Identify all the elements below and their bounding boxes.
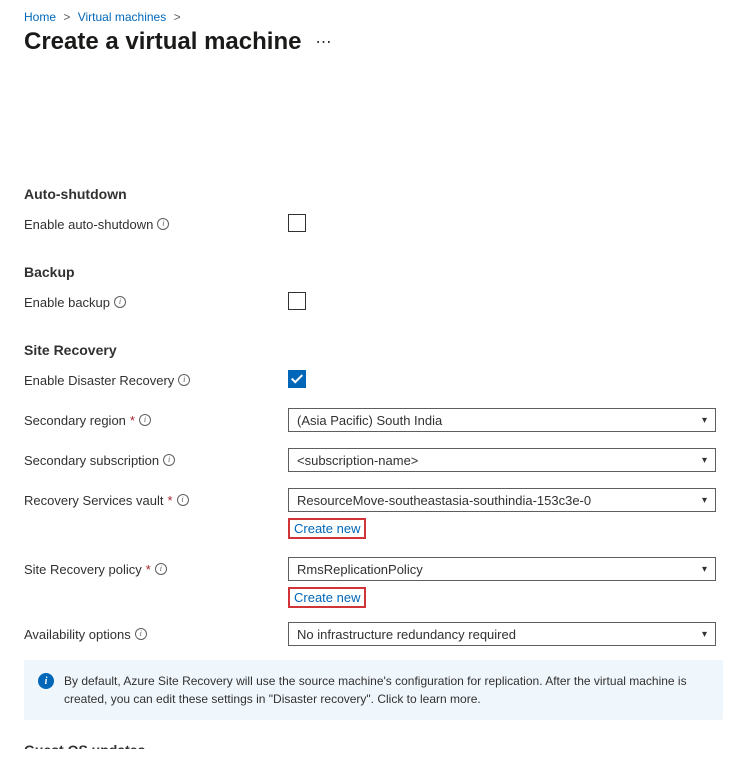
availability-value: No infrastructure redundancy required (297, 627, 516, 642)
required-marker: * (146, 562, 151, 577)
highlight-box: Create new (288, 587, 366, 608)
breadcrumb-sep: > (63, 10, 70, 24)
policy-value: RmsReplicationPolicy (297, 562, 423, 577)
vault-dropdown[interactable]: ResourceMove-southeastasia-southindia-15… (288, 488, 716, 512)
section-backup-title: Backup (24, 264, 723, 280)
info-icon[interactable] (155, 563, 167, 575)
info-icon[interactable] (114, 296, 126, 308)
availability-dropdown[interactable]: No infrastructure redundancy required ▾ (288, 622, 716, 646)
info-icon[interactable] (178, 374, 190, 386)
enable-auto-shutdown-label: Enable auto-shutdown (24, 217, 153, 232)
policy-create-new-link[interactable]: Create new (290, 589, 364, 606)
info-icon[interactable] (163, 454, 175, 466)
chevron-down-icon: ▾ (702, 495, 707, 506)
highlight-box: Create new (288, 518, 366, 539)
secondary-region-dropdown[interactable]: (Asia Pacific) South India ▾ (288, 408, 716, 432)
cutoff-section-title: Guest OS updates (24, 742, 723, 749)
secondary-region-value: (Asia Pacific) South India (297, 413, 442, 428)
enable-auto-shutdown-checkbox[interactable] (288, 214, 306, 232)
breadcrumb-home[interactable]: Home (24, 10, 56, 24)
enable-backup-label: Enable backup (24, 295, 110, 310)
required-marker: * (130, 413, 135, 428)
chevron-down-icon: ▾ (702, 629, 707, 640)
vault-label: Recovery Services vault (24, 493, 163, 508)
enable-backup-checkbox[interactable] (288, 292, 306, 310)
more-actions-icon[interactable]: ⋯ (315, 32, 331, 52)
secondary-subscription-label: Secondary subscription (24, 453, 159, 468)
vault-create-new-link[interactable]: Create new (290, 520, 364, 537)
secondary-subscription-value: <subscription-name> (297, 453, 418, 468)
info-banner-icon: i (38, 673, 54, 689)
required-marker: * (167, 493, 172, 508)
policy-label: Site Recovery policy (24, 562, 142, 577)
info-icon[interactable] (135, 628, 147, 640)
enable-dr-checkbox[interactable] (288, 370, 306, 388)
breadcrumb-sep: > (174, 10, 181, 24)
info-icon[interactable] (177, 494, 189, 506)
breadcrumb: Home > Virtual machines > (24, 10, 723, 24)
secondary-subscription-dropdown[interactable]: <subscription-name> ▾ (288, 448, 716, 472)
availability-label: Availability options (24, 627, 131, 642)
chevron-down-icon: ▾ (702, 455, 707, 466)
info-banner-text: By default, Azure Site Recovery will use… (64, 672, 709, 708)
page-title: Create a virtual machine (24, 28, 301, 56)
section-auto-shutdown-title: Auto-shutdown (24, 186, 723, 202)
secondary-region-label: Secondary region (24, 413, 126, 428)
breadcrumb-vms[interactable]: Virtual machines (78, 10, 167, 24)
chevron-down-icon: ▾ (702, 564, 707, 575)
policy-dropdown[interactable]: RmsReplicationPolicy ▾ (288, 557, 716, 581)
info-icon[interactable] (139, 414, 151, 426)
info-banner[interactable]: i By default, Azure Site Recovery will u… (24, 660, 723, 720)
section-site-recovery-title: Site Recovery (24, 342, 723, 358)
vault-value: ResourceMove-southeastasia-southindia-15… (297, 493, 591, 508)
enable-dr-label: Enable Disaster Recovery (24, 373, 174, 388)
chevron-down-icon: ▾ (702, 415, 707, 426)
info-icon[interactable] (157, 218, 169, 230)
